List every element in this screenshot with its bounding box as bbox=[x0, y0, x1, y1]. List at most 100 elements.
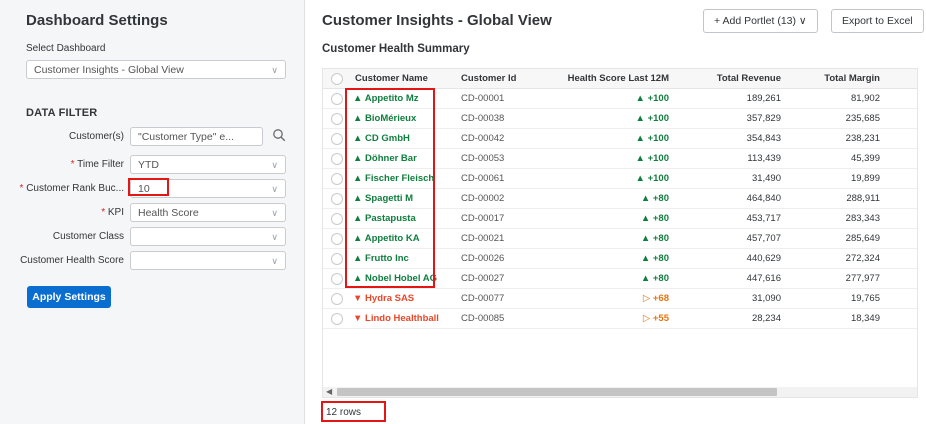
triangle-up-icon: ▲ bbox=[353, 133, 363, 144]
customer-name-cell[interactable]: ▲ Spagetti M bbox=[353, 189, 413, 209]
table-row[interactable]: ▼ Hydra SAS CD-00077 ▷ +68 31,090 19,765 bbox=[323, 289, 917, 309]
row-select-radio[interactable] bbox=[331, 233, 343, 245]
time-filter-dropdown[interactable]: YTD ∨ bbox=[130, 155, 286, 174]
customer-id-cell: CD-00002 bbox=[461, 193, 505, 204]
kpi-label: * KPI bbox=[101, 207, 124, 218]
customer-name-cell[interactable]: ▲ Fischer Fleisch bbox=[353, 169, 434, 189]
triangle-down-icon: ▼ bbox=[353, 313, 363, 324]
row-select-radio[interactable] bbox=[331, 113, 343, 125]
triangle-up-icon: ▲ bbox=[635, 113, 645, 124]
total-revenue-cell: 447,616 bbox=[746, 273, 781, 284]
col-total-revenue[interactable]: Total Revenue bbox=[693, 69, 781, 89]
total-margin-cell: 19,765 bbox=[850, 293, 880, 304]
health-score-value: +100 bbox=[647, 113, 669, 124]
health-score-cell: ▲ +80 bbox=[553, 209, 669, 229]
table-row[interactable]: ▲ Döhner Bar CD-00053 ▲ +100 113,439 45,399 bbox=[323, 149, 917, 169]
customer-name-cell[interactable]: ▲ CD GmbH bbox=[353, 129, 410, 149]
table-row[interactable]: ▲ Pastapusta CD-00017 ▲ +80 453,717 283,343 bbox=[323, 209, 917, 229]
table-row[interactable]: ▲ Appetito KA CD-00021 ▲ +80 457,707 285,649 bbox=[323, 229, 917, 249]
page-title: Customer Insights - Global View bbox=[322, 12, 552, 29]
health-score-cell: ▲ +100 bbox=[553, 169, 669, 189]
triangle-up-icon: ▲ bbox=[640, 213, 651, 224]
col-customer-id[interactable]: Customer Id bbox=[461, 69, 516, 89]
customer-id-cell: CD-00061 bbox=[461, 173, 505, 184]
customer-name-cell[interactable]: ▲ BioMérieux bbox=[353, 109, 416, 129]
triangle-right-icon: ▷ bbox=[642, 293, 651, 304]
add-portlet-button[interactable]: + Add Portlet (13) ∨ bbox=[703, 9, 818, 33]
rank-bucket-dropdown[interactable]: 10 ∨ bbox=[130, 179, 286, 198]
triangle-up-icon: ▲ bbox=[635, 173, 645, 184]
table-row[interactable]: ▲ Appetito Mz CD-00001 ▲ +100 189,261 81,902 bbox=[323, 89, 917, 109]
customer-name-cell[interactable]: ▲ Pastapusta bbox=[353, 209, 416, 229]
customer-name-cell[interactable]: ▼ Lindo Healthball bbox=[353, 309, 439, 329]
health-score-dropdown[interactable]: ∨ bbox=[130, 251, 286, 270]
time-filter-label: * Time Filter bbox=[70, 159, 124, 170]
chevron-down-icon: ∨ bbox=[271, 256, 278, 266]
triangle-up-icon: ▲ bbox=[353, 153, 363, 164]
total-margin-cell: 19,899 bbox=[850, 173, 880, 184]
row-select-radio[interactable] bbox=[331, 273, 343, 285]
customer-name-cell[interactable]: ▲ Döhner Bar bbox=[353, 149, 417, 169]
health-score-value: +100 bbox=[647, 133, 669, 144]
customer-name: Nobel Hobel AG bbox=[365, 273, 438, 284]
row-select-radio[interactable] bbox=[331, 153, 343, 165]
search-icon[interactable] bbox=[272, 128, 286, 142]
table-row[interactable]: ▼ Lindo Healthball CD-00085 ▷ +55 28,234 18,… bbox=[323, 309, 917, 329]
customers-input[interactable]: "Customer Type" e... bbox=[130, 127, 263, 146]
table-row[interactable]: ▲ BioMérieux CD-00038 ▲ +100 357,829 235,685 bbox=[323, 109, 917, 129]
total-margin-cell: 18,349 bbox=[850, 313, 880, 324]
health-score-cell: ▲ +80 bbox=[553, 189, 669, 209]
row-select-radio[interactable] bbox=[331, 173, 343, 185]
kpi-value: Health Score bbox=[138, 207, 199, 219]
customer-name-cell[interactable]: ▲ Appetito KA bbox=[353, 229, 420, 249]
dashboard-settings-panel: Dashboard Settings Select Dashboard Cust… bbox=[0, 0, 305, 424]
select-dashboard-dropdown[interactable]: Customer Insights - Global View ∨ bbox=[26, 60, 286, 79]
table-row[interactable]: ▲ CD GmbH CD-00042 ▲ +100 354,843 238,231 bbox=[323, 129, 917, 149]
select-dashboard-label: Select Dashboard bbox=[26, 43, 106, 54]
health-score-value: +80 bbox=[652, 193, 669, 204]
row-select-radio[interactable] bbox=[331, 193, 343, 205]
triangle-up-icon: ▲ bbox=[353, 273, 363, 284]
triangle-up-icon: ▲ bbox=[353, 193, 363, 204]
health-score-cell: ▲ +80 bbox=[553, 229, 669, 249]
row-select-radio[interactable] bbox=[331, 293, 343, 305]
customer-name-cell[interactable]: ▼ Hydra SAS bbox=[353, 289, 414, 309]
rank-bucket-label: * Customer Rank Buc... bbox=[19, 183, 124, 194]
triangle-up-icon: ▲ bbox=[635, 93, 645, 104]
triangle-down-icon: ▼ bbox=[353, 293, 363, 304]
health-score-value: +80 bbox=[652, 253, 669, 264]
customer-name: Lindo Healthball bbox=[365, 313, 439, 324]
row-select-radio[interactable] bbox=[331, 253, 343, 265]
customer-name-cell[interactable]: ▲ Nobel Hobel AG bbox=[353, 269, 437, 289]
col-health-score[interactable]: Health Score Last 12M bbox=[553, 69, 669, 89]
horizontal-scrollbar[interactable]: ◀ bbox=[323, 387, 917, 397]
customer-class-dropdown[interactable]: ∨ bbox=[130, 227, 286, 246]
scrollbar-thumb[interactable] bbox=[337, 388, 777, 396]
row-select-radio[interactable] bbox=[331, 133, 343, 145]
total-revenue-cell: 464,840 bbox=[746, 193, 781, 204]
health-score-cell: ▲ +100 bbox=[553, 109, 669, 129]
total-margin-cell: 285,649 bbox=[845, 233, 880, 244]
row-select-radio[interactable] bbox=[331, 213, 343, 225]
customer-name-cell[interactable]: ▲ Frutto Inc bbox=[353, 249, 409, 269]
health-score-value: +68 bbox=[652, 293, 669, 304]
total-margin-cell: 277,977 bbox=[845, 273, 880, 284]
customer-id-cell: CD-00077 bbox=[461, 293, 505, 304]
scroll-left-icon[interactable]: ◀ bbox=[326, 387, 332, 397]
apply-settings-button[interactable]: Apply Settings bbox=[27, 286, 111, 308]
row-select-radio[interactable] bbox=[331, 93, 343, 105]
table-row[interactable]: ▲ Nobel Hobel AG CD-00027 ▲ +80 447,616 277,… bbox=[323, 269, 917, 289]
table-row[interactable]: ▲ Spagetti M CD-00002 ▲ +80 464,840 288,911 bbox=[323, 189, 917, 209]
table-row[interactable]: ▲ Frutto Inc CD-00026 ▲ +80 440,629 272,324 bbox=[323, 249, 917, 269]
kpi-dropdown[interactable]: Health Score ∨ bbox=[130, 203, 286, 222]
col-total-margin[interactable]: Total Margin bbox=[793, 69, 880, 89]
export-excel-button[interactable]: Export to Excel bbox=[831, 9, 924, 33]
select-all-radio[interactable] bbox=[331, 73, 343, 85]
total-revenue-cell: 31,490 bbox=[751, 173, 781, 184]
triangle-up-icon: ▲ bbox=[353, 173, 363, 184]
customer-name-cell[interactable]: ▲ Appetito Mz bbox=[353, 89, 419, 109]
table-row[interactable]: ▲ Fischer Fleisch CD-00061 ▲ +100 31,490 19,… bbox=[323, 169, 917, 189]
col-customer-name[interactable]: Customer Name bbox=[355, 69, 428, 89]
row-select-radio[interactable] bbox=[331, 313, 343, 325]
health-score-value: +80 bbox=[652, 273, 669, 284]
